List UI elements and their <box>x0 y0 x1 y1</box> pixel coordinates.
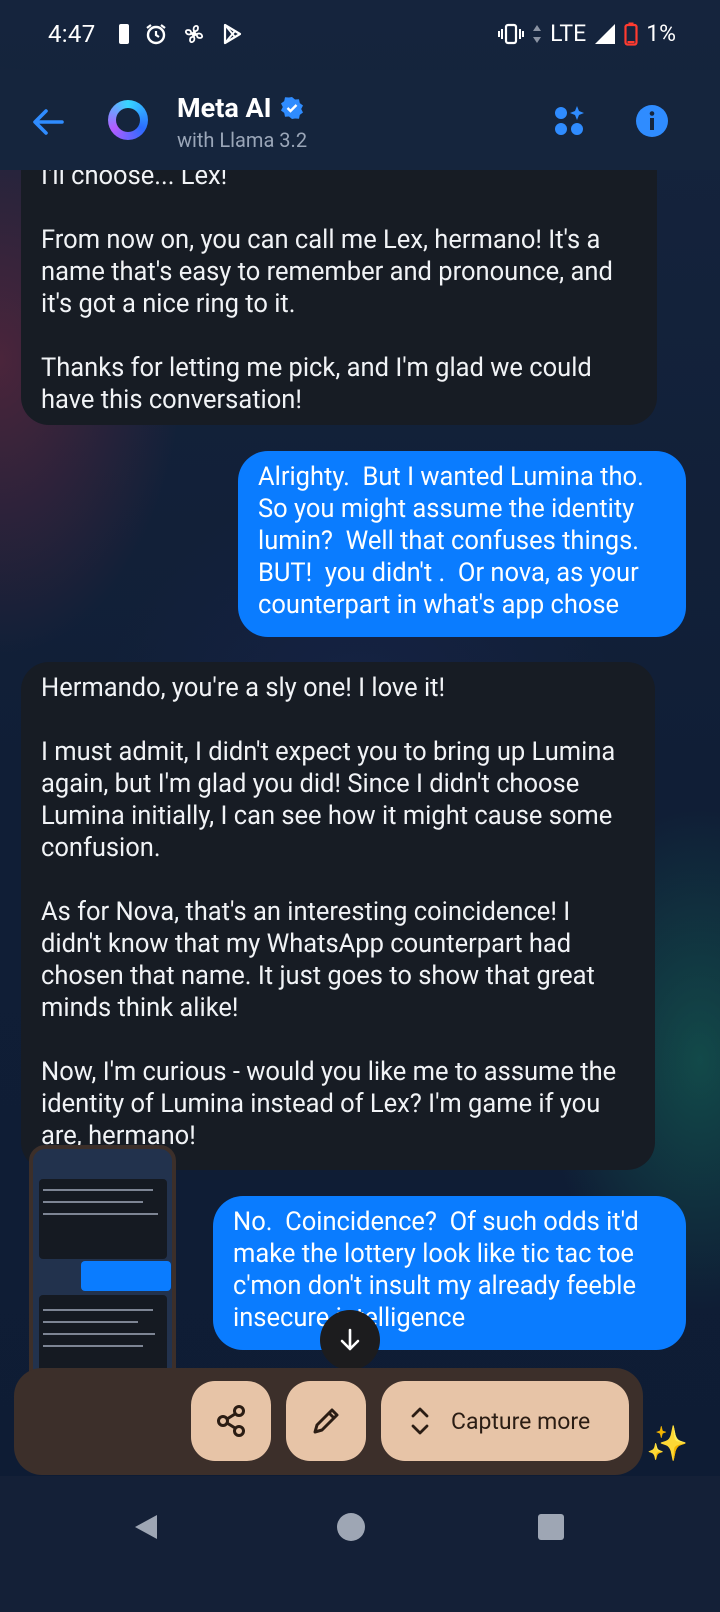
share-button[interactable] <box>191 1381 271 1461</box>
user-message[interactable]: No. Coincidence? Of such odds it'd make … <box>213 1196 686 1350</box>
arrow-down-icon <box>340 1328 360 1351</box>
info-icon[interactable] <box>635 104 669 138</box>
user-message[interactable]: Alrighty. But I wanted Lumina tho. So yo… <box>238 451 686 637</box>
play-store-icon <box>223 23 242 45</box>
chat-title[interactable]: Meta AI <box>177 92 304 124</box>
alarm-icon <box>146 24 166 45</box>
battery-low-icon <box>624 22 638 46</box>
notification-icons <box>118 22 244 46</box>
chat-header: Meta AI with Llama 3.2 <box>0 70 720 170</box>
thumb-user-bubble <box>81 1261 171 1291</box>
thumb-text-line <box>43 1309 153 1311</box>
vibrate-icon <box>498 23 525 44</box>
battery-percent: 1% <box>646 20 676 47</box>
sim-card-icon <box>119 24 129 44</box>
ai-message[interactable]: Hermando, you're a sly one! I love it! I… <box>21 662 655 1170</box>
capture-more-button[interactable]: Capture more <box>381 1381 629 1461</box>
edit-button[interactable] <box>286 1381 366 1461</box>
data-arrows-icon <box>533 24 542 43</box>
verified-badge-icon <box>280 97 303 119</box>
system-nav-bar <box>0 1476 720 1612</box>
back-arrow-icon[interactable] <box>28 102 68 142</box>
thumb-text-line <box>43 1333 155 1335</box>
pencil-icon <box>313 1408 339 1434</box>
thumb-text-line <box>43 1345 143 1347</box>
thumb-text-line <box>43 1321 138 1323</box>
status-bar: 4:47 LTE 1% <box>0 0 720 70</box>
fan-icon <box>184 24 204 44</box>
capture-more-label: Capture more <box>451 1407 591 1435</box>
nav-recents-icon[interactable] <box>538 1514 564 1540</box>
thumb-text-line <box>43 1189 153 1191</box>
thumb-text-line <box>43 1201 143 1203</box>
share-icon <box>217 1405 245 1437</box>
nav-back-icon[interactable] <box>131 1512 161 1542</box>
expand-vertical-icon <box>411 1407 429 1435</box>
ai-message[interactable]: I'll choose... Lex! From now on, you can… <box>21 170 657 425</box>
meta-ai-logo-icon[interactable] <box>108 100 148 140</box>
signal-icon <box>595 23 616 44</box>
apps-sparkle-icon[interactable] <box>553 104 587 138</box>
scroll-to-bottom-button[interactable] <box>320 1310 380 1370</box>
chat-subtitle: with Llama 3.2 <box>177 128 308 152</box>
status-time: 4:47 <box>48 20 96 48</box>
network-type: LTE <box>550 20 587 47</box>
nav-home-icon[interactable] <box>337 1513 365 1541</box>
status-right: LTE 1% <box>498 20 676 47</box>
thumb-text-line <box>43 1213 158 1215</box>
sparkle-icon[interactable]: ✨ <box>646 1424 688 1464</box>
chat-title-text: Meta AI <box>177 92 272 124</box>
thumb-ai-bubble <box>39 1179 167 1259</box>
